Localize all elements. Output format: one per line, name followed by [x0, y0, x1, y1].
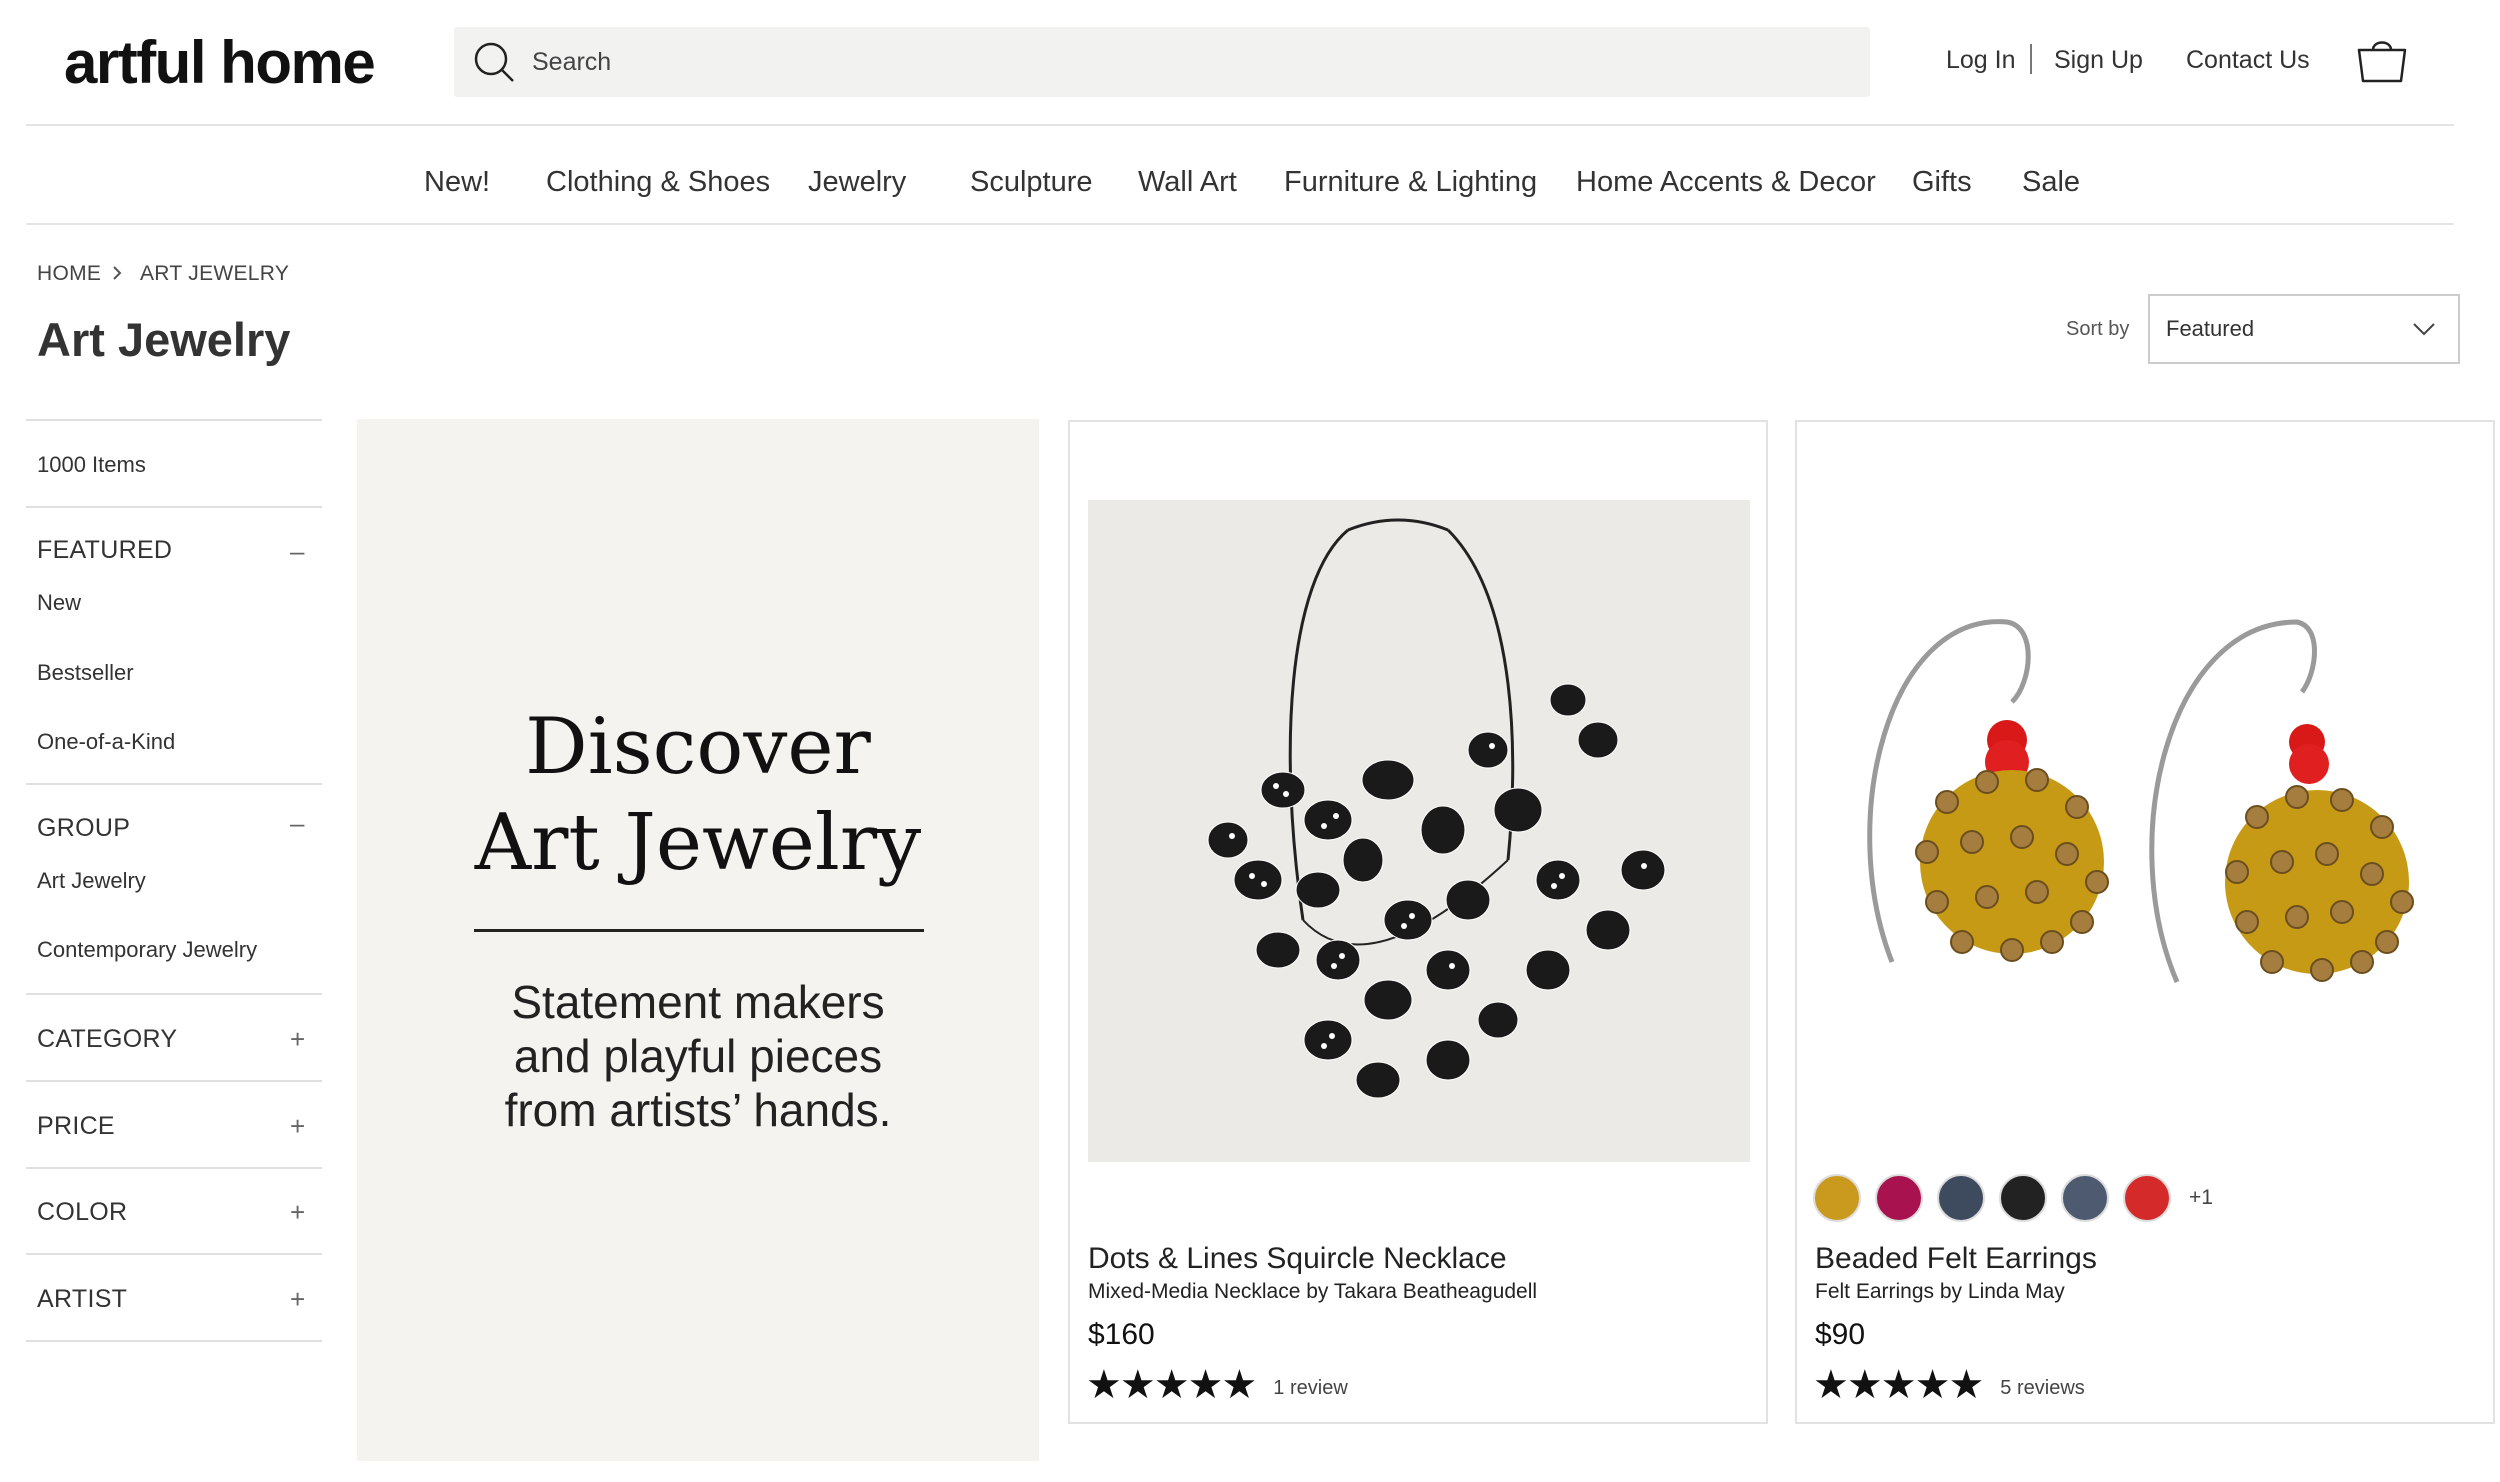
filter-color-expand-toggle[interactable]: +: [290, 1197, 305, 1228]
filter-option-bestseller[interactable]: Bestseller: [37, 660, 134, 686]
filter-price-expand-toggle[interactable]: +: [290, 1111, 305, 1142]
sidebar-divider: [26, 993, 322, 995]
nav-gifts[interactable]: Gifts: [1912, 166, 1972, 199]
filter-category-expand-toggle[interactable]: +: [290, 1024, 305, 1055]
color-swatch[interactable]: [1875, 1174, 1923, 1222]
sidebar-divider: [26, 1340, 322, 1342]
promo-divider: [474, 929, 924, 932]
filter-option-contemporary-jewelry[interactable]: Contemporary Jewelry: [37, 937, 257, 963]
filter-group-heading[interactable]: GROUP: [37, 814, 130, 843]
nav-home-accents-decor[interactable]: Home Accents & Decor: [1576, 166, 1876, 199]
product-image-necklace[interactable]: [1088, 500, 1750, 1162]
filter-featured-heading[interactable]: FEATURED: [37, 536, 172, 565]
nav-furniture-lighting[interactable]: Furniture & Lighting: [1284, 166, 1537, 199]
nav-clothing-shoes[interactable]: Clothing & Shoes: [546, 166, 770, 199]
filter-group-collapse-toggle[interactable]: –: [290, 808, 304, 839]
nav-new[interactable]: New!: [424, 166, 490, 199]
promo-title: Discover Art Jewelry: [357, 699, 1039, 891]
filter-category-heading[interactable]: CATEGORY: [37, 1025, 177, 1054]
sidebar-divider: [26, 1080, 322, 1082]
filter-price-heading[interactable]: PRICE: [37, 1112, 115, 1141]
search-input[interactable]: [532, 47, 1732, 77]
color-swatch[interactable]: [1999, 1174, 2047, 1222]
more-swatches-link[interactable]: +1: [2189, 1186, 2213, 1210]
color-swatch[interactable]: [1937, 1174, 1985, 1222]
sidebar-divider: [26, 419, 322, 421]
nav-sculpture[interactable]: Sculpture: [970, 166, 1093, 199]
item-count: 1000 Items: [37, 452, 146, 477]
account-divider: [2030, 44, 2032, 74]
color-swatch[interactable]: [2123, 1174, 2171, 1222]
artful-home-logo[interactable]: artful home: [64, 28, 376, 97]
filter-artist-expand-toggle[interactable]: +: [290, 1284, 305, 1315]
filter-featured-collapse-toggle[interactable]: –: [290, 536, 304, 567]
product-image-earrings[interactable]: [1797, 422, 2493, 1122]
product-card[interactable]: Dots & Lines Squircle Necklace Mixed-Med…: [1068, 420, 1768, 1424]
promo-title-line: Discover: [525, 702, 871, 792]
filter-color-heading[interactable]: COLOR: [37, 1198, 127, 1227]
search-icon[interactable]: [472, 40, 516, 84]
main-navigation: New! Clothing & Shoes Jewelry Sculpture …: [0, 166, 2500, 202]
product-name[interactable]: Beaded Felt Earrings: [1815, 1242, 2097, 1276]
color-swatches: +1: [1813, 1174, 2213, 1222]
promo-tile[interactable]: Discover Art Jewelry Statement makers an…: [357, 419, 1039, 1461]
sort-selected-value: Featured: [2166, 316, 2255, 341]
sidebar-divider: [26, 1253, 322, 1255]
product-rating[interactable]: ★★★★★ 1 review: [1086, 1362, 1348, 1408]
breadcrumb-home[interactable]: HOME: [37, 262, 101, 286]
product-subtitle: Mixed-Media Necklace by Takara Beatheagu…: [1088, 1280, 1538, 1303]
review-count[interactable]: 1 review: [1273, 1377, 1347, 1400]
promo-subtitle-line: from artists’ hands.: [504, 1084, 892, 1136]
promo-subtitle-line: Statement makers: [511, 976, 885, 1028]
contact-us-link[interactable]: Contact Us: [2186, 46, 2310, 75]
product-name[interactable]: Dots & Lines Squircle Necklace: [1088, 1242, 1507, 1276]
search-bar[interactable]: [454, 27, 1870, 97]
nav-divider: [26, 223, 2454, 225]
product-price: $90: [1815, 1318, 1866, 1351]
breadcrumb-current: ART JEWELRY: [140, 262, 290, 285]
log-in-link[interactable]: Log In: [1946, 46, 2016, 75]
filter-option-art-jewelry[interactable]: Art Jewelry: [37, 868, 146, 894]
filter-artist-heading[interactable]: ARTIST: [37, 1285, 127, 1314]
nav-jewelry[interactable]: Jewelry: [808, 166, 906, 199]
filter-option-new[interactable]: New: [37, 590, 81, 616]
chevron-down-icon: [2413, 323, 2435, 336]
review-count[interactable]: 5 reviews: [2000, 1377, 2084, 1400]
promo-subtitle-line: and playful pieces: [513, 1030, 883, 1082]
product-price: $160: [1088, 1318, 1155, 1351]
star-rating-icon: ★★★★★: [1086, 1362, 1257, 1408]
nav-wall-art[interactable]: Wall Art: [1138, 166, 1237, 199]
page-title: Art Jewelry: [37, 313, 291, 366]
shopping-bag-icon[interactable]: [2356, 36, 2408, 84]
filter-option-one-of-a-kind[interactable]: One-of-a-Kind: [37, 729, 175, 755]
product-card[interactable]: +1 Beaded Felt Earrings Felt Earrings by…: [1795, 420, 2495, 1424]
necklace-illustration: [1088, 500, 1750, 1162]
color-swatch[interactable]: [1813, 1174, 1861, 1222]
promo-title-line: Art Jewelry: [474, 798, 922, 888]
color-swatch[interactable]: [2061, 1174, 2109, 1222]
earrings-illustration: [1797, 422, 2493, 1122]
sidebar-divider: [26, 1167, 322, 1169]
nav-sale[interactable]: Sale: [2022, 166, 2080, 199]
product-subtitle: Felt Earrings by Linda May: [1815, 1280, 2065, 1303]
sidebar-divider: [26, 783, 322, 785]
sort-dropdown[interactable]: Featured: [2148, 294, 2460, 364]
product-rating[interactable]: ★★★★★ 5 reviews: [1813, 1362, 2085, 1408]
star-rating-icon: ★★★★★: [1813, 1362, 1984, 1408]
sidebar-divider: [26, 506, 322, 508]
chevron-right-icon: [113, 266, 122, 280]
sort-label: Sort by: [2066, 318, 2130, 340]
promo-subtitle: Statement makers and playful pieces from…: [357, 975, 1039, 1137]
header-divider: [26, 124, 2454, 126]
sign-up-link[interactable]: Sign Up: [2054, 46, 2143, 75]
